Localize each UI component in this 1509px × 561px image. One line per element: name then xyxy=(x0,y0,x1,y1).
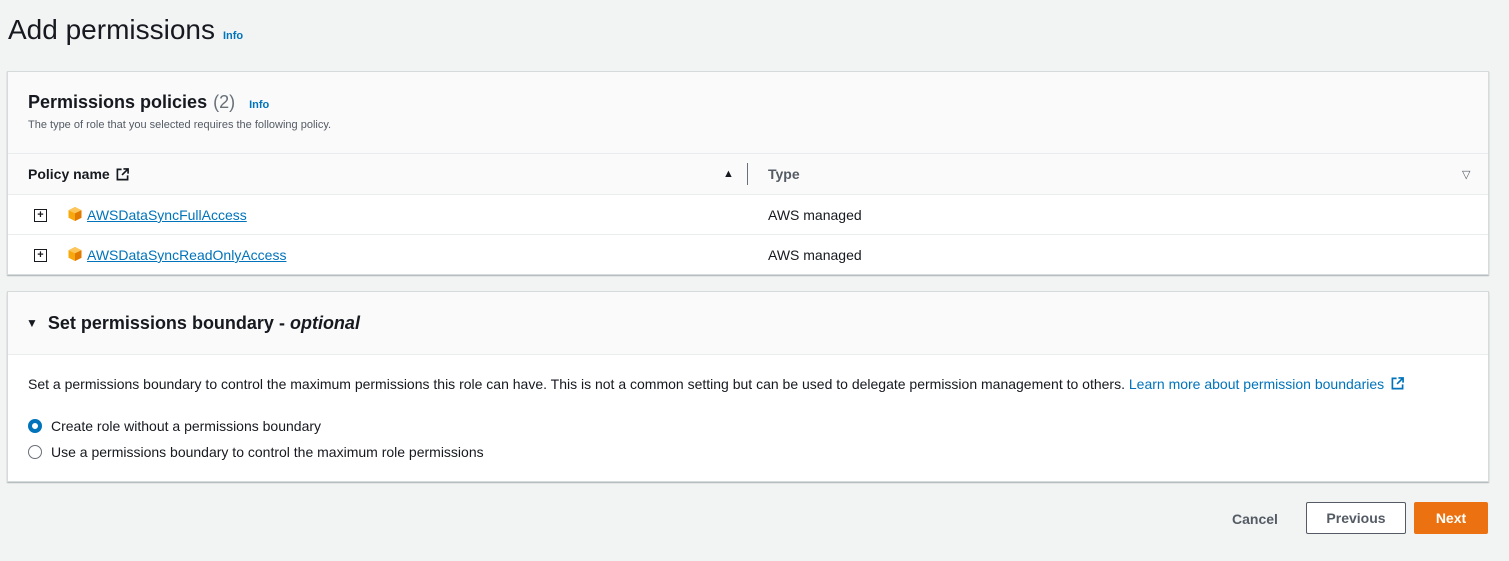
policies-header: Permissions policies (2) Info The type o… xyxy=(8,72,1488,154)
radio-button[interactable] xyxy=(28,445,42,459)
boundary-description-text: Set a permissions boundary to control th… xyxy=(28,376,1125,392)
page-title: Add permissions xyxy=(8,14,215,45)
sort-ascending-icon[interactable]: ▲ xyxy=(723,168,734,180)
table-row: + AWSDataSyncFullAccess AWS managed xyxy=(8,195,1488,235)
aws-managed-cube-icon xyxy=(68,207,82,221)
boundary-expander[interactable]: ▼ Set permissions boundary - optional xyxy=(8,292,1488,355)
radio-label: Use a permissions boundary to control th… xyxy=(51,444,484,460)
policy-link[interactable]: AWSDataSyncReadOnlyAccess xyxy=(87,247,286,263)
aws-managed-cube-icon xyxy=(68,247,82,261)
policies-title: Permissions policies xyxy=(28,92,208,112)
radio-label: Create role without a permissions bounda… xyxy=(51,418,322,434)
policies-count: (2) xyxy=(213,92,236,112)
previous-button[interactable]: Previous xyxy=(1306,502,1406,534)
external-link-icon xyxy=(116,167,129,180)
column-header-policy-name-label: Policy name xyxy=(28,166,110,182)
permissions-policies-panel: Permissions policies (2) Info The type o… xyxy=(7,71,1489,275)
policy-type: AWS managed xyxy=(768,207,862,223)
boundary-description: Set a permissions boundary to control th… xyxy=(28,376,1404,392)
radio-use-boundary[interactable]: Use a permissions boundary to control th… xyxy=(28,444,484,460)
caret-down-icon: ▼ xyxy=(26,316,38,330)
policy-type: AWS managed xyxy=(768,247,862,263)
radio-no-boundary[interactable]: Create role without a permissions bounda… xyxy=(28,418,321,434)
learn-more-link[interactable]: Learn more about permission boundaries xyxy=(1129,376,1404,392)
policies-description: The type of role that you selected requi… xyxy=(28,119,332,131)
policies-info-link[interactable]: Info xyxy=(249,99,269,111)
column-header-type[interactable]: Type xyxy=(768,166,800,182)
next-button[interactable]: Next xyxy=(1414,502,1488,534)
page-header: Add permissions Info xyxy=(8,14,243,46)
radio-button-selected[interactable] xyxy=(28,419,42,433)
policy-link[interactable]: AWSDataSyncFullAccess xyxy=(87,207,247,223)
column-header-policy-name[interactable]: Policy name xyxy=(28,166,129,182)
permissions-boundary-panel: ▼ Set permissions boundary - optional Se… xyxy=(7,291,1489,482)
expand-plus-icon[interactable]: + xyxy=(34,209,47,222)
column-divider[interactable] xyxy=(747,163,748,185)
cancel-button[interactable]: Cancel xyxy=(1213,503,1297,534)
sort-descending-icon[interactable]: ▽ xyxy=(1462,168,1470,181)
expand-plus-icon[interactable]: + xyxy=(34,249,47,262)
external-link-icon xyxy=(1391,377,1404,390)
boundary-title: Set permissions boundary - optional xyxy=(47,312,360,333)
page-info-link[interactable]: Info xyxy=(223,30,243,42)
table-row: + AWSDataSyncReadOnlyAccess AWS managed xyxy=(8,235,1488,275)
policies-table-header: Policy name ▲ Type ▽ xyxy=(8,154,1488,195)
